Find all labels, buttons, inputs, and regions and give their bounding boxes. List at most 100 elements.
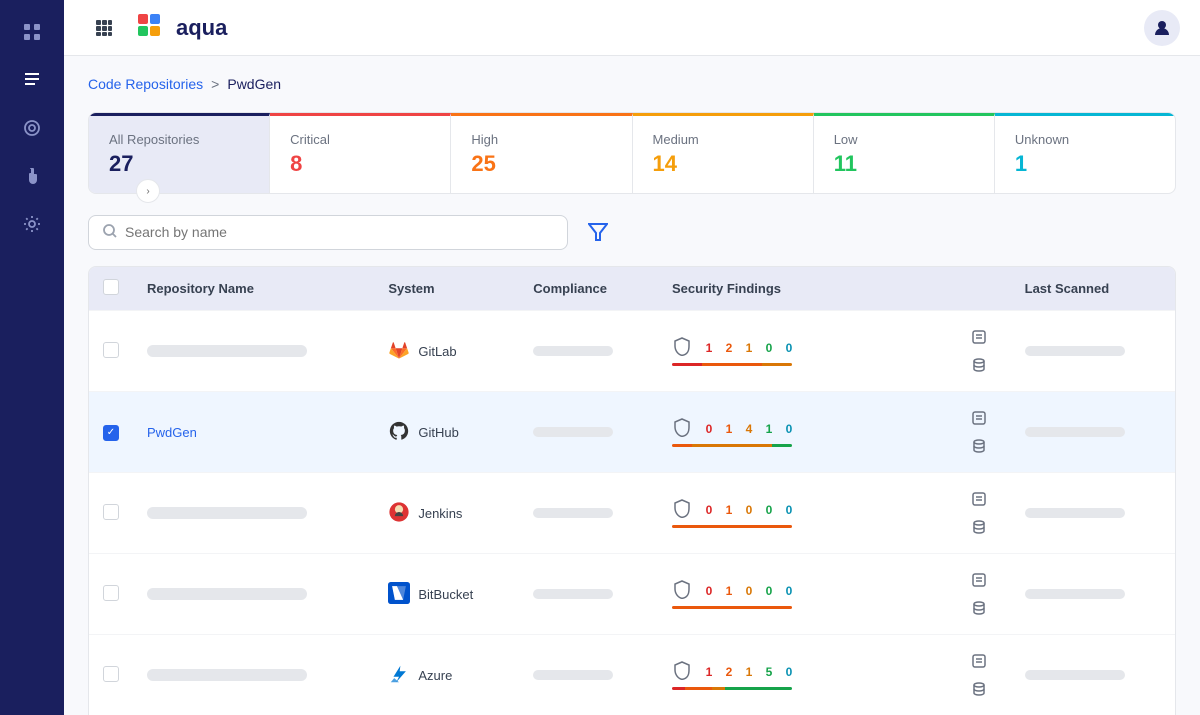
- row-findings-cell: 0 1 0 0 0: [658, 554, 951, 635]
- database-icon[interactable]: [965, 675, 993, 703]
- table-row: BitBucket 0 1 0 0 0: [89, 554, 1175, 635]
- system-icon-gitlab: [388, 339, 410, 364]
- findings-medium: 1: [742, 665, 756, 679]
- database-icon[interactable]: [965, 432, 993, 460]
- row-compliance-cell: [519, 473, 658, 554]
- row-actions-cell: [951, 311, 1011, 392]
- row-actions-cell: [951, 635, 1011, 715]
- breadcrumb-separator: >: [211, 76, 219, 92]
- col-header-repo-name: Repository Name: [133, 267, 374, 311]
- row-repo-name-cell: [133, 554, 374, 635]
- row-system-cell: GitLab: [374, 311, 519, 392]
- system-label: GitHub: [418, 425, 458, 440]
- sidebar-item-settings[interactable]: [12, 204, 52, 244]
- row-checkbox-1[interactable]: [103, 342, 119, 358]
- stat-card-low[interactable]: Low 11: [814, 113, 995, 193]
- findings-high: 1: [722, 503, 736, 517]
- sidebar-toggle-button[interactable]: ›: [136, 179, 160, 203]
- findings-shield-icon: [672, 498, 692, 521]
- repo-name-skeleton: [147, 669, 307, 681]
- search-row: [88, 214, 1176, 250]
- last-scanned-skeleton: [1025, 346, 1125, 356]
- findings-high: 2: [722, 341, 736, 355]
- list-view-icon[interactable]: [965, 323, 993, 351]
- row-system-cell: Azure: [374, 635, 519, 715]
- search-icon: [103, 224, 117, 241]
- last-scanned-skeleton: [1025, 670, 1125, 680]
- row-checkbox-2[interactable]: ✓: [103, 425, 119, 441]
- breadcrumb-current: PwdGen: [227, 76, 281, 92]
- row-checkbox-4[interactable]: [103, 585, 119, 601]
- list-view-icon[interactable]: [965, 566, 993, 594]
- stat-card-high[interactable]: High 25: [451, 113, 632, 193]
- row-findings-cell: 1 2 1 0 0: [658, 311, 951, 392]
- row-repo-name-cell: [133, 473, 374, 554]
- list-view-icon[interactable]: [965, 647, 993, 675]
- row-system-cell: Jenkins: [374, 473, 519, 554]
- row-compliance-cell: [519, 554, 658, 635]
- filter-button[interactable]: [580, 214, 616, 250]
- row-compliance-cell: [519, 392, 658, 473]
- compliance-skeleton: [533, 589, 613, 599]
- last-scanned-skeleton: [1025, 508, 1125, 518]
- stat-card-medium[interactable]: Medium 14: [633, 113, 814, 193]
- col-header-security-findings: Security Findings: [658, 267, 951, 311]
- repo-name-link[interactable]: PwdGen: [147, 425, 197, 440]
- row-last-scanned-cell: [1011, 635, 1175, 715]
- row-checkbox-5[interactable]: [103, 666, 119, 682]
- col-header-last-scanned: Last Scanned: [1011, 267, 1175, 311]
- stat-card-medium-value: 14: [653, 151, 793, 177]
- main-container: aqua › Code Repositories > PwdGen All Re…: [64, 0, 1200, 715]
- row-actions-cell: [951, 473, 1011, 554]
- row-checkbox-3[interactable]: [103, 504, 119, 520]
- user-profile-icon[interactable]: [1144, 10, 1180, 46]
- table-row: Jenkins 0 1 0 0 0: [89, 473, 1175, 554]
- stat-card-all[interactable]: All Repositories 27: [89, 113, 270, 193]
- findings-low: 1: [762, 422, 776, 436]
- findings-medium: 4: [742, 422, 756, 436]
- row-compliance-cell: [519, 635, 658, 715]
- stat-card-low-value: 11: [834, 151, 974, 177]
- compliance-skeleton: [533, 346, 613, 356]
- topbar-left: aqua: [84, 8, 227, 48]
- list-view-icon[interactable]: [965, 485, 993, 513]
- findings-low: 0: [762, 503, 776, 517]
- findings-low: 5: [762, 665, 776, 679]
- database-icon[interactable]: [965, 594, 993, 622]
- findings-high: 1: [722, 422, 736, 436]
- findings-low: 0: [762, 584, 776, 598]
- list-view-icon[interactable]: [965, 404, 993, 432]
- sidebar-item-grid[interactable]: [12, 12, 52, 52]
- topbar: aqua: [64, 0, 1200, 56]
- stat-card-critical[interactable]: Critical 8: [270, 113, 451, 193]
- table-row: GitLab 1 2 1 0 0: [89, 311, 1175, 392]
- stat-card-high-label: High: [471, 132, 611, 147]
- row-findings-cell: 0 1 4 1 0: [658, 392, 951, 473]
- findings-unknown: 0: [782, 503, 796, 517]
- stat-card-medium-label: Medium: [653, 132, 793, 147]
- sidebar-item-scan[interactable]: [12, 108, 52, 148]
- row-checkbox-cell: ✓: [89, 392, 133, 473]
- system-label: Jenkins: [418, 506, 462, 521]
- row-findings-cell: 0 1 0 0 0: [658, 473, 951, 554]
- search-input[interactable]: [125, 224, 553, 240]
- stat-cards-container: All Repositories 27 Critical 8 High 25 M…: [88, 112, 1176, 194]
- database-icon[interactable]: [965, 351, 993, 379]
- sidebar-item-repositories[interactable]: [12, 60, 52, 100]
- findings-critical: 1: [702, 341, 716, 355]
- logo: aqua: [136, 12, 227, 44]
- stat-card-unknown[interactable]: Unknown 1: [995, 113, 1175, 193]
- findings-shield-icon: [672, 336, 692, 359]
- select-all-checkbox[interactable]: [103, 279, 119, 295]
- sidebar-item-hand[interactable]: [12, 156, 52, 196]
- stat-card-critical-value: 8: [290, 151, 430, 177]
- breadcrumb-parent[interactable]: Code Repositories: [88, 76, 203, 92]
- findings-critical: 0: [702, 503, 716, 517]
- app-grid-icon[interactable]: [84, 8, 124, 48]
- row-last-scanned-cell: [1011, 392, 1175, 473]
- stat-card-critical-label: Critical: [290, 132, 430, 147]
- database-icon[interactable]: [965, 513, 993, 541]
- repo-name-skeleton: [147, 507, 307, 519]
- row-repo-name-cell: [133, 311, 374, 392]
- last-scanned-skeleton: [1025, 427, 1125, 437]
